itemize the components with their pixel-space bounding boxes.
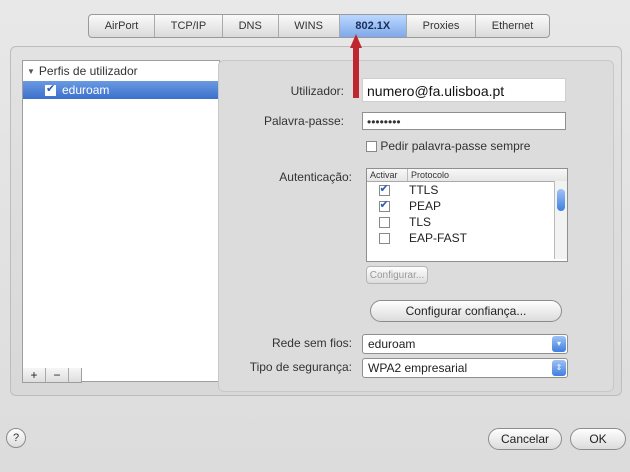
ok-button[interactable]: OK: [570, 428, 626, 450]
protocol-name: TTLS: [409, 183, 439, 197]
disclosure-triangle-icon[interactable]: ▼: [27, 67, 35, 76]
tab-ethernet[interactable]: Ethernet: [476, 15, 549, 37]
peap-checkbox[interactable]: [378, 198, 390, 213]
tab-wins[interactable]: WINS: [279, 15, 340, 37]
authentication-label: Autenticação:: [279, 170, 352, 184]
cancel-button[interactable]: Cancelar: [488, 428, 562, 450]
profiles-header[interactable]: ▼ Perfis de utilizador: [23, 61, 219, 81]
profile-item-eduroam[interactable]: eduroam: [23, 81, 219, 99]
red-arrow-annotation: [350, 34, 362, 98]
profiles-list[interactable]: ▼ Perfis de utilizador eduroam: [22, 60, 220, 382]
table-row[interactable]: PEAP: [367, 198, 567, 214]
user-label: Utilizador:: [290, 84, 344, 98]
tab-dns[interactable]: DNS: [223, 15, 279, 37]
network-label: Rede sem fios:: [271, 336, 352, 350]
tab-bar: AirPort TCP/IP DNS WINS 802.1X Proxies E…: [88, 14, 550, 38]
configure-trust-button[interactable]: Configurar confiança...: [370, 300, 562, 322]
column-header-protocol[interactable]: Protocolo: [408, 169, 452, 181]
tls-checkbox[interactable]: [378, 217, 390, 229]
table-header: Activar Protocolo: [367, 169, 567, 182]
profile-item-label: eduroam: [62, 83, 110, 97]
security-label: Tipo de segurança:: [249, 360, 352, 374]
tab-airport[interactable]: AirPort: [89, 15, 156, 37]
password-label: Palavra-passe:: [263, 114, 344, 128]
profiles-header-label: Perfis de utilizador: [38, 64, 138, 78]
ask-password-row[interactable]: Pedir palavra-passe sempre: [366, 139, 530, 153]
select-arrow-icon: ⇕: [552, 360, 566, 376]
protocol-name: PEAP: [409, 199, 442, 213]
tab-proxies[interactable]: Proxies: [407, 15, 477, 37]
table-row[interactable]: TLS: [367, 214, 567, 230]
network-preferences-window: AirPort TCP/IP DNS WINS 802.1X Proxies E…: [0, 0, 630, 472]
authentication-protocol-table[interactable]: Activar Protocolo TTLS PEAP TLS EAP-FAST: [366, 168, 568, 262]
profile-enabled-checkbox[interactable]: [45, 82, 56, 96]
network-select[interactable]: eduroam ▾: [362, 334, 568, 354]
configure-button[interactable]: Configurar...: [366, 266, 428, 284]
password-field[interactable]: ••••••••: [362, 112, 566, 130]
network-select-value: eduroam: [368, 337, 416, 351]
protocol-name: TLS: [409, 215, 432, 229]
security-select[interactable]: WPA2 empresarial ⇕: [362, 358, 568, 378]
column-header-enable[interactable]: Activar: [367, 169, 408, 181]
add-profile-button[interactable]: +: [23, 368, 46, 382]
user-field[interactable]: numero@fa.ulisboa.pt: [362, 78, 566, 102]
protocol-name: EAP-FAST: [409, 231, 468, 245]
ask-password-checkbox[interactable]: [366, 141, 377, 153]
ttls-checkbox[interactable]: [378, 182, 390, 197]
ask-password-label: Pedir palavra-passe sempre: [380, 139, 531, 153]
table-scrollbar[interactable]: [554, 181, 567, 259]
profile-add-remove-bar: + −: [22, 368, 82, 383]
help-button[interactable]: ?: [6, 428, 26, 448]
select-arrow-icon: ▾: [552, 336, 566, 352]
eap-fast-checkbox[interactable]: [378, 233, 390, 245]
table-row[interactable]: EAP-FAST: [367, 230, 567, 246]
tab-tcpip[interactable]: TCP/IP: [155, 15, 223, 37]
scrollbar-thumb[interactable]: [557, 189, 565, 211]
remove-profile-button[interactable]: −: [46, 368, 69, 382]
table-row[interactable]: TTLS: [367, 182, 567, 198]
security-select-value: WPA2 empresarial: [368, 361, 468, 375]
